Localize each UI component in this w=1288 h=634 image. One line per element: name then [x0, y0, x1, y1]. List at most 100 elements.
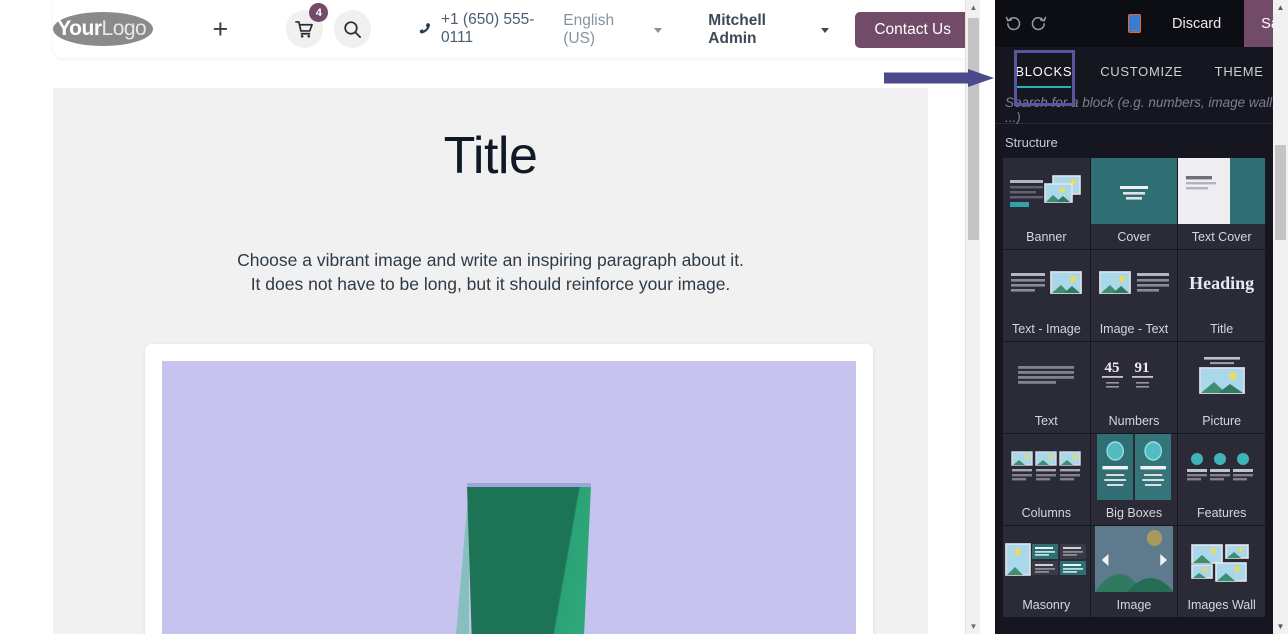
scroll-down-arrow-icon[interactable]: ▼ — [966, 619, 980, 634]
block-search-input[interactable]: Search for a block (e.g. numbers, image … — [995, 94, 1288, 125]
block-label: Numbers — [1108, 413, 1160, 428]
block-label: Image — [1116, 597, 1152, 612]
header-left-group: YourLogo + 4 +1 (650) 555-0111 — [53, 3, 563, 48]
block-label: Image - Text — [1099, 321, 1169, 336]
block-numbers[interactable]: 45 91 Numbers — [1090, 342, 1178, 433]
panel-scrollbar[interactable]: ▲ ▼ — [1273, 0, 1288, 634]
website-editor-panel: Discard Save BLOCKS CUSTOMIZE THEME Sear… — [995, 0, 1288, 634]
columns-thumb-icon — [1003, 434, 1090, 500]
logo-text-light: Logo — [101, 17, 147, 40]
block-masonry[interactable]: Masonry — [1003, 526, 1090, 617]
prism-top-edge — [467, 482, 591, 487]
banner-thumb-icon — [1003, 158, 1090, 224]
tab-customize[interactable]: CUSTOMIZE — [1093, 47, 1191, 96]
website-preview: YourLogo + 4 +1 (650) 555-0111 English (… — [0, 0, 980, 634]
image-carousel-thumb-icon — [1091, 526, 1178, 592]
block-group-label: Structure — [1005, 135, 1058, 150]
block-image-text[interactable]: Image - Text — [1090, 250, 1178, 341]
picture-block[interactable] — [145, 344, 873, 634]
block-label: Big Boxes — [1105, 505, 1163, 520]
hero-image[interactable] — [162, 361, 856, 634]
block-columns[interactable]: Columns — [1003, 434, 1090, 525]
phone-link[interactable]: +1 (650) 555-0111 — [417, 11, 563, 47]
block-big-boxes[interactable]: Big Boxes — [1090, 434, 1178, 525]
panel-scrollbar-thumb[interactable] — [1275, 145, 1286, 240]
text-thumb-icon — [1003, 342, 1090, 408]
block-label: Images Wall — [1187, 597, 1256, 612]
mobile-preview-button[interactable] — [1128, 7, 1141, 41]
block-cover[interactable]: Cover — [1090, 158, 1178, 249]
cart-count-badge: 4 — [309, 3, 329, 22]
block-text[interactable]: Text — [1003, 342, 1090, 433]
features-thumb-icon — [1178, 434, 1265, 500]
site-header: YourLogo + 4 +1 (650) 555-0111 English (… — [53, 0, 980, 58]
preview-scrollbar-thumb[interactable] — [968, 18, 979, 240]
block-text-cover[interactable]: Text Cover — [1178, 158, 1265, 249]
search-icon — [344, 20, 362, 38]
page-title[interactable]: Title — [53, 88, 928, 186]
block-label: Text - Image — [1011, 321, 1081, 336]
text-cover-thumb-icon — [1178, 158, 1265, 224]
block-label: Masonry — [1022, 597, 1071, 612]
screen-root: YourLogo + 4 +1 (650) 555-0111 English (… — [0, 0, 1288, 634]
numbers-thumb-icon: 45 91 — [1091, 342, 1178, 408]
panel-scroll-down-arrow-icon[interactable]: ▼ — [1273, 619, 1288, 634]
redo-button[interactable] — [1030, 7, 1047, 41]
language-selector[interactable]: English (US) — [563, 12, 663, 48]
block-image[interactable]: Image — [1090, 526, 1178, 617]
chevron-down-icon — [821, 27, 830, 33]
add-page-button[interactable]: + — [212, 15, 228, 43]
user-name: Mitchell Admin — [708, 12, 766, 47]
image-text-thumb-icon — [1091, 250, 1178, 316]
numbers-thumb-value-a: 45 — [1104, 360, 1119, 376]
block-label: Text Cover — [1191, 229, 1252, 244]
site-logo[interactable]: YourLogo — [53, 10, 153, 48]
discard-button[interactable]: Discard — [1172, 16, 1221, 32]
logo-text-bold: Your — [57, 17, 102, 40]
block-label: Banner — [1026, 229, 1067, 244]
prism-left-face — [441, 485, 469, 634]
phone-number: +1 (650) 555-0111 — [440, 11, 535, 46]
text-image-thumb-icon — [1003, 250, 1090, 316]
language-label: English (US) — [563, 12, 615, 47]
picture-thumb-icon — [1178, 342, 1265, 408]
contact-us-button[interactable]: Contact Us — [855, 12, 970, 48]
blocks-grid: Banner Cover Text Cover Text - Image Ima… — [995, 158, 1273, 617]
page-paragraph[interactable]: Choose a vibrant image and write an insp… — [53, 248, 928, 296]
user-menu[interactable]: Mitchell Admin — [708, 12, 830, 48]
prism-front-face — [467, 485, 591, 634]
preview-scrollbar[interactable]: ▲ ▼ — [965, 0, 980, 634]
images-wall-thumb-icon — [1178, 526, 1265, 592]
mobile-preview-icon — [1128, 14, 1141, 33]
undo-button[interactable] — [1005, 7, 1022, 41]
block-banner[interactable]: Banner — [1003, 158, 1090, 249]
undo-icon — [1005, 16, 1021, 31]
logo-text: YourLogo — [57, 17, 146, 41]
block-title[interactable]: Heading Title — [1178, 250, 1265, 341]
big-boxes-thumb-icon — [1091, 434, 1178, 500]
tab-blocks[interactable]: BLOCKS — [995, 47, 1093, 96]
panel-scroll-up-arrow-icon[interactable]: ▲ — [1273, 0, 1288, 15]
block-images-wall[interactable]: Images Wall — [1178, 526, 1265, 617]
block-picture[interactable]: Picture — [1178, 342, 1265, 433]
cart-button[interactable]: 4 — [286, 3, 329, 48]
cover-thumb-icon — [1090, 158, 1178, 224]
search-button[interactable] — [334, 10, 372, 48]
editor-tabs: BLOCKS CUSTOMIZE THEME — [995, 47, 1288, 106]
block-label: Cover — [1117, 229, 1151, 244]
scroll-up-arrow-icon[interactable]: ▲ — [966, 0, 980, 15]
redo-icon — [1031, 16, 1047, 31]
numbers-thumb-value-b: 91 — [1134, 360, 1149, 376]
paragraph-line-1: Choose a vibrant image and write an insp… — [237, 250, 744, 270]
block-label: Picture — [1202, 413, 1242, 428]
paragraph-line-2: It does not have to be long, but it shou… — [250, 274, 731, 295]
title-thumb-text: Heading — [1189, 272, 1255, 293]
block-text-image[interactable]: Text - Image — [1003, 250, 1090, 341]
editor-toolbar: Discard Save — [995, 0, 1288, 47]
page-content: Title Choose a vibrant image and write a… — [53, 88, 928, 634]
block-search-placeholder: Search for a block (e.g. numbers, image … — [1005, 94, 1276, 125]
title-thumb-icon: Heading — [1178, 250, 1265, 316]
block-features[interactable]: Features — [1178, 434, 1265, 525]
header-right-group: English (US) Mitchell Admin Contact Us — [563, 12, 970, 48]
blocks-list: Structure Banner Cover Text Cover Text -… — [995, 124, 1273, 634]
